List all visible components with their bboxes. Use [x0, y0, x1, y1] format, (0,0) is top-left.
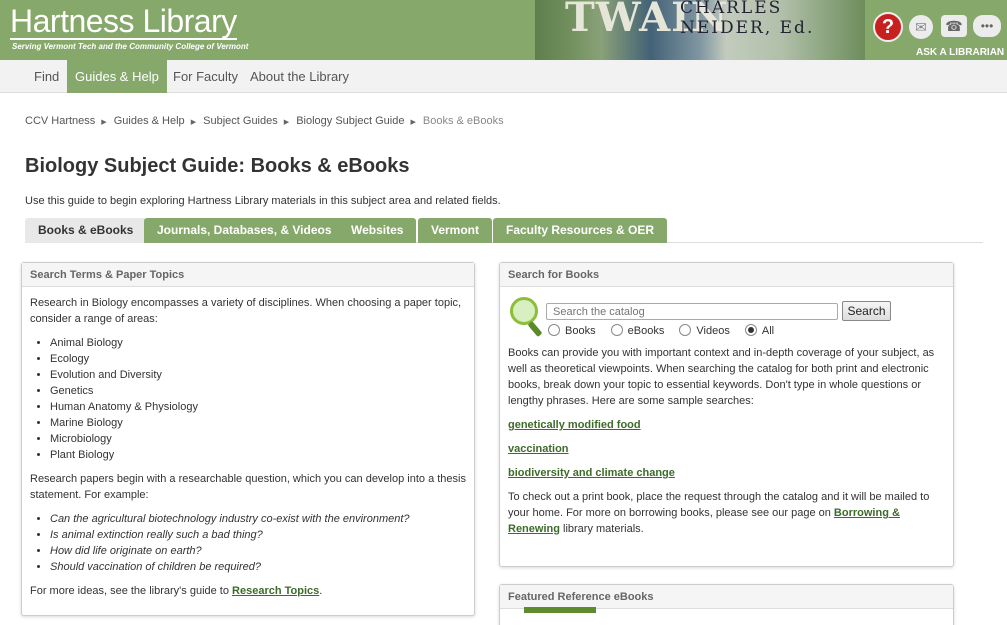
- nav-item-guides-help[interactable]: Guides & Help: [67, 60, 167, 93]
- chat-icon[interactable]: •••: [973, 15, 1001, 37]
- radio-label: Books: [565, 325, 596, 337]
- page-title: Biology Subject Guide: Books & eBooks: [25, 155, 410, 177]
- breadcrumb-item[interactable]: CCV Hartness: [25, 115, 95, 127]
- breadcrumb-item[interactable]: Biology Subject Guide: [296, 115, 404, 127]
- breadcrumb-current: Books & eBooks: [422, 115, 504, 127]
- panel-body: Research in Biology encompasses a variet…: [22, 287, 474, 615]
- ask-a-librarian-link[interactable]: ASK A LIBRARIAN: [916, 47, 1004, 58]
- list-item: Evolution and Diversity: [50, 367, 466, 383]
- radio-videos[interactable]: Videos: [679, 323, 730, 339]
- list-item: Marine Biology: [50, 415, 466, 431]
- panel-body: Search Books eBooks Videos All Books can…: [500, 287, 953, 553]
- list-item: Microbiology: [50, 431, 466, 447]
- catalog-search-input[interactable]: [546, 303, 838, 320]
- nav-item-for-faculty[interactable]: For Faculty: [165, 60, 246, 93]
- catalog-search-form: Search Books eBooks Videos All: [508, 295, 945, 341]
- panel-heading: Search for Books: [500, 263, 953, 287]
- panel-paragraph: Research in Biology encompasses a variet…: [30, 297, 462, 325]
- breadcrumb-separator-icon: ▶: [190, 119, 197, 126]
- panel-paragraph: Books can provide you with important con…: [508, 347, 935, 407]
- library-logo-subtitle: Serving Vermont Tech and the Community C…: [12, 42, 249, 51]
- list-item: Ecology: [50, 351, 466, 367]
- help-icon[interactable]: ?: [873, 12, 903, 42]
- panel-paragraph: For more ideas, see the library's guide …: [30, 583, 466, 599]
- mail-icon[interactable]: ✉: [909, 15, 933, 39]
- sample-search-link[interactable]: vaccination: [508, 441, 945, 457]
- tab-vermont[interactable]: Vermont: [418, 218, 493, 243]
- breadcrumb: CCV Hartness ▶ Guides & Help ▶ Subject Gui…: [25, 115, 508, 127]
- featured-ebooks-panel: Featured Reference eBooks: [499, 584, 954, 625]
- tab-faculty-resources-oer[interactable]: Faculty Resources & OER: [493, 218, 668, 243]
- panel-heading: Search Terms & Paper Topics: [22, 263, 474, 287]
- format-radio-group: Books eBooks Videos All: [548, 323, 786, 339]
- breadcrumb-separator-icon: ▶: [410, 119, 416, 126]
- breadcrumb-item[interactable]: Guides & Help: [114, 115, 185, 127]
- site-header: Hartness Library Serving Vermont Tech an…: [0, 0, 1007, 60]
- list-item: Is animal extinction really such a bad t…: [50, 527, 466, 543]
- radio-label: Videos: [696, 325, 730, 337]
- phone-icon[interactable]: ☎: [941, 15, 967, 37]
- ebook-cover-thumbnail[interactable]: [524, 607, 596, 613]
- panel-paragraph: Research papers begin with a researchabl…: [30, 473, 466, 501]
- search-button[interactable]: Search: [842, 301, 891, 321]
- radio-unchecked-icon: [610, 324, 623, 336]
- banner-book-text-line-2: NEIDER, Ed.: [680, 18, 815, 38]
- breadcrumb-item[interactable]: Subject Guides: [203, 115, 278, 127]
- tab-books-ebooks[interactable]: Books & eBooks: [25, 218, 147, 243]
- radio-unchecked-icon: [679, 324, 692, 336]
- breadcrumb-separator-icon: ▶: [101, 119, 107, 126]
- tab-journals-databases-videos[interactable]: Journals, Databases, & Videos: [144, 218, 345, 243]
- library-logo-title[interactable]: Hartness Library: [10, 4, 237, 40]
- list-item: Animal Biology: [50, 335, 466, 351]
- text-span: library materials.: [559, 523, 644, 535]
- radio-checked-icon: [744, 324, 757, 336]
- magnifier-icon: [508, 295, 546, 339]
- radio-ebooks[interactable]: eBooks: [610, 323, 665, 339]
- tab-websites[interactable]: Websites: [338, 218, 417, 243]
- topic-areas-list: Animal Biology Ecology Evolution and Div…: [50, 335, 466, 463]
- nav-item-about-library[interactable]: About the Library: [242, 60, 357, 93]
- list-item: How did life originate on earth?: [50, 543, 466, 559]
- radio-label: All: [761, 325, 775, 337]
- search-books-panel: Search for Books Search Books eBooks Vid…: [499, 262, 954, 567]
- nav-item-find[interactable]: Find: [26, 60, 67, 93]
- list-item: Genetics: [50, 383, 466, 399]
- page-intro: Use this guide to begin exploring Hartne…: [25, 195, 501, 207]
- breadcrumb-separator-icon: ▶: [283, 119, 290, 126]
- text-span: .: [319, 585, 323, 597]
- sample-search-link[interactable]: genetically modified food: [508, 417, 945, 433]
- sample-search-link[interactable]: biodiversity and climate change: [508, 465, 945, 481]
- radio-all[interactable]: All: [744, 323, 775, 339]
- banner-book-text-line-1: CHARLES: [680, 0, 783, 18]
- text-span: For more ideas, see the library's guide …: [30, 585, 233, 597]
- radio-label: eBooks: [627, 325, 665, 337]
- radio-books[interactable]: Books: [548, 323, 596, 339]
- main-nav: Find Guides & Help For Faculty About the…: [0, 60, 1007, 93]
- panel-heading: Featured Reference eBooks: [500, 585, 953, 609]
- panel-paragraph: To check out a print book, place the req…: [508, 489, 945, 537]
- list-item: Plant Biology: [50, 447, 466, 463]
- list-item: Can the agricultural biotechnology indus…: [50, 511, 466, 527]
- list-item: Should vaccination of children be requir…: [50, 559, 466, 575]
- example-questions-list: Can the agricultural biotechnology indus…: [50, 511, 466, 575]
- radio-unchecked-icon: [548, 324, 560, 336]
- list-item: Human Anatomy & Physiology: [50, 399, 466, 415]
- research-topics-link[interactable]: Research Topics: [232, 585, 319, 597]
- search-terms-panel: Search Terms & Paper Topics Research in …: [21, 262, 475, 616]
- banner-book-text-charles: CHARLES NEIDER, Ed.: [680, 0, 814, 38]
